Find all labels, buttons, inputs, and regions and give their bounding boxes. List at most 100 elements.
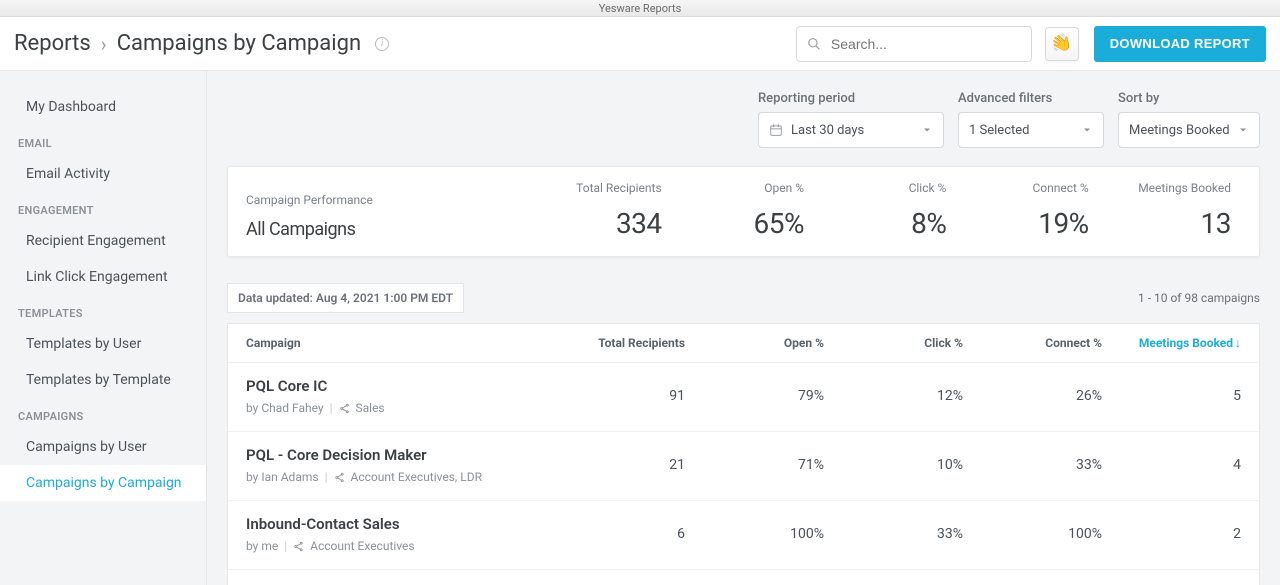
table-row[interactable]: PQL Core ICby Chad Fahey|Sales9179%12%26… [228, 363, 1259, 432]
sidebar-heading: ENGAGEMENT [0, 192, 206, 223]
search-icon [807, 36, 821, 52]
campaign-name: Inbound-Contact Sales [246, 515, 546, 539]
data-updated-box: Data updated: Aug 4, 2021 1:00 PM EDT [227, 283, 464, 313]
campaign-name: PQL - Core Decision Maker [246, 446, 546, 470]
sidebar-item[interactable]: Templates by User [0, 326, 206, 362]
reporting-period-label: Reporting period [758, 91, 944, 106]
table-header: Campaign Total Recipients Open % Click %… [228, 324, 1259, 363]
cell-recipients: 21 [546, 457, 685, 473]
cell-connect: 26% [963, 388, 1102, 404]
calendar-icon [769, 123, 783, 137]
summary-metric: Meetings Booked13 [1089, 181, 1231, 240]
table-row[interactable]: PQL DMby Chad Fahey|Sales3381%3%12%1 [228, 570, 1259, 585]
table-row[interactable]: PQL - Core Decision Makerby Ian Adams|Ac… [228, 432, 1259, 501]
sidebar-item[interactable]: My Dashboard [0, 89, 206, 125]
table-row[interactable]: Inbound-Contact Salesby me|Account Execu… [228, 501, 1259, 570]
breadcrumb: Reports › Campaigns by Campaign i [14, 31, 389, 56]
sidebar-item[interactable]: Campaigns by Campaign [0, 465, 206, 501]
col-meetings-sorted[interactable]: Meetings Booked ↓ [1102, 336, 1241, 350]
sidebar-item[interactable]: Templates by Template [0, 362, 206, 398]
sidebar-item[interactable]: Link Click Engagement [0, 259, 206, 295]
summary-metric-label: Connect % [946, 181, 1088, 207]
cell-meetings: 2 [1102, 526, 1241, 542]
sort-by-label: Sort by [1118, 91, 1260, 106]
breadcrumb-page: Campaigns by Campaign [117, 31, 361, 56]
search-box[interactable] [796, 26, 1032, 62]
share-icon [334, 472, 345, 483]
sort-by-value: Meetings Booked [1129, 123, 1230, 138]
summary-metric: Total Recipients334 [546, 181, 662, 240]
wave-button[interactable]: 👋 [1045, 27, 1079, 61]
info-icon[interactable]: i [375, 37, 389, 51]
summary-metric-value: 19% [1038, 207, 1088, 240]
col-campaign[interactable]: Campaign [246, 336, 546, 350]
cell-meetings: 4 [1102, 457, 1241, 473]
cell-connect: 100% [963, 526, 1102, 542]
summary-metric-value: 8% [911, 207, 946, 240]
summary-metric: Connect %19% [946, 181, 1088, 240]
summary-metric-value: 65% [754, 207, 804, 240]
sidebar-item[interactable]: Email Activity [0, 156, 206, 192]
sort-by-dropdown[interactable]: Meetings Booked [1118, 112, 1260, 148]
paging-label: 1 - 10 of 98 campaigns [1138, 291, 1260, 305]
summary-metric: Click %8% [804, 181, 946, 240]
chevron-down-icon [1237, 124, 1249, 136]
sidebar-item[interactable]: Campaigns by User [0, 429, 206, 465]
reporting-period-dropdown[interactable]: Last 30 days [758, 112, 944, 148]
cell-click: 33% [824, 526, 963, 542]
breadcrumb-root[interactable]: Reports [14, 31, 91, 56]
header: Reports › Campaigns by Campaign i 👋 DOWN… [0, 17, 1280, 71]
cell-recipients: 91 [546, 388, 685, 404]
share-icon [293, 541, 304, 552]
campaign-meta: by Chad Fahey|Sales [246, 401, 546, 415]
sidebar-heading: CAMPAIGNS [0, 398, 206, 429]
col-meetings-label: Meetings Booked [1139, 336, 1233, 350]
summary-title-label: Campaign Performance [246, 193, 546, 219]
chevron-down-icon [921, 124, 933, 136]
window-title: Yesware Reports [0, 0, 1280, 17]
download-report-button[interactable]: DOWNLOAD REPORT [1094, 26, 1266, 62]
chevron-down-icon [1081, 124, 1093, 136]
cell-meetings: 5 [1102, 388, 1241, 404]
campaign-meta: by me|Account Executives [246, 539, 546, 553]
chevron-right-icon: › [101, 32, 107, 56]
cell-click: 10% [824, 457, 963, 473]
arrow-down-icon: ↓ [1235, 336, 1241, 350]
summary-metric-label: Meetings Booked [1089, 181, 1231, 207]
summary-card: Campaign Performance All Campaigns Total… [227, 166, 1260, 257]
summary-metric-label: Click % [804, 181, 946, 207]
filter-row: Reporting period Last 30 days Advanced f… [207, 71, 1280, 166]
summary-metric-value: 334 [616, 207, 662, 240]
cell-connect: 33% [963, 457, 1102, 473]
summary-metric: Open %65% [662, 181, 804, 240]
summary-title-value: All Campaigns [246, 219, 355, 240]
cell-click: 12% [824, 388, 963, 404]
cell-open: 100% [685, 526, 824, 542]
main-content: Reporting period Last 30 days Advanced f… [207, 71, 1280, 585]
wave-icon: 👋 [1048, 30, 1075, 56]
campaigns-table: Campaign Total Recipients Open % Click %… [227, 323, 1260, 585]
advanced-filters-value: 1 Selected [969, 123, 1029, 138]
advanced-filters-dropdown[interactable]: 1 Selected [958, 112, 1104, 148]
share-icon [339, 403, 350, 414]
data-updated-prefix: Data updated: [238, 291, 316, 305]
col-connect[interactable]: Connect % [963, 336, 1102, 350]
campaign-name: PQL Core IC [246, 377, 546, 401]
col-recipients[interactable]: Total Recipients [546, 336, 685, 350]
data-updated-value: Aug 4, 2021 1:00 PM EDT [316, 291, 453, 305]
sidebar-heading: EMAIL [0, 125, 206, 156]
sidebar-item[interactable]: Recipient Engagement [0, 223, 206, 259]
campaign-meta: by Ian Adams|Account Executives, LDR [246, 470, 546, 484]
advanced-filters-label: Advanced filters [958, 91, 1104, 106]
cell-recipients: 6 [546, 526, 685, 542]
col-click[interactable]: Click % [824, 336, 963, 350]
summary-metric-label: Total Recipients [546, 181, 662, 207]
sidebar-heading: TEMPLATES [0, 295, 206, 326]
col-open[interactable]: Open % [685, 336, 824, 350]
search-input[interactable] [831, 36, 1021, 52]
summary-metric-label: Open % [662, 181, 804, 207]
sidebar: My DashboardEMAILEmail ActivityENGAGEMEN… [0, 71, 207, 585]
cell-open: 71% [685, 457, 824, 473]
reporting-period-value: Last 30 days [791, 123, 864, 138]
summary-metric-value: 13 [1201, 207, 1231, 240]
